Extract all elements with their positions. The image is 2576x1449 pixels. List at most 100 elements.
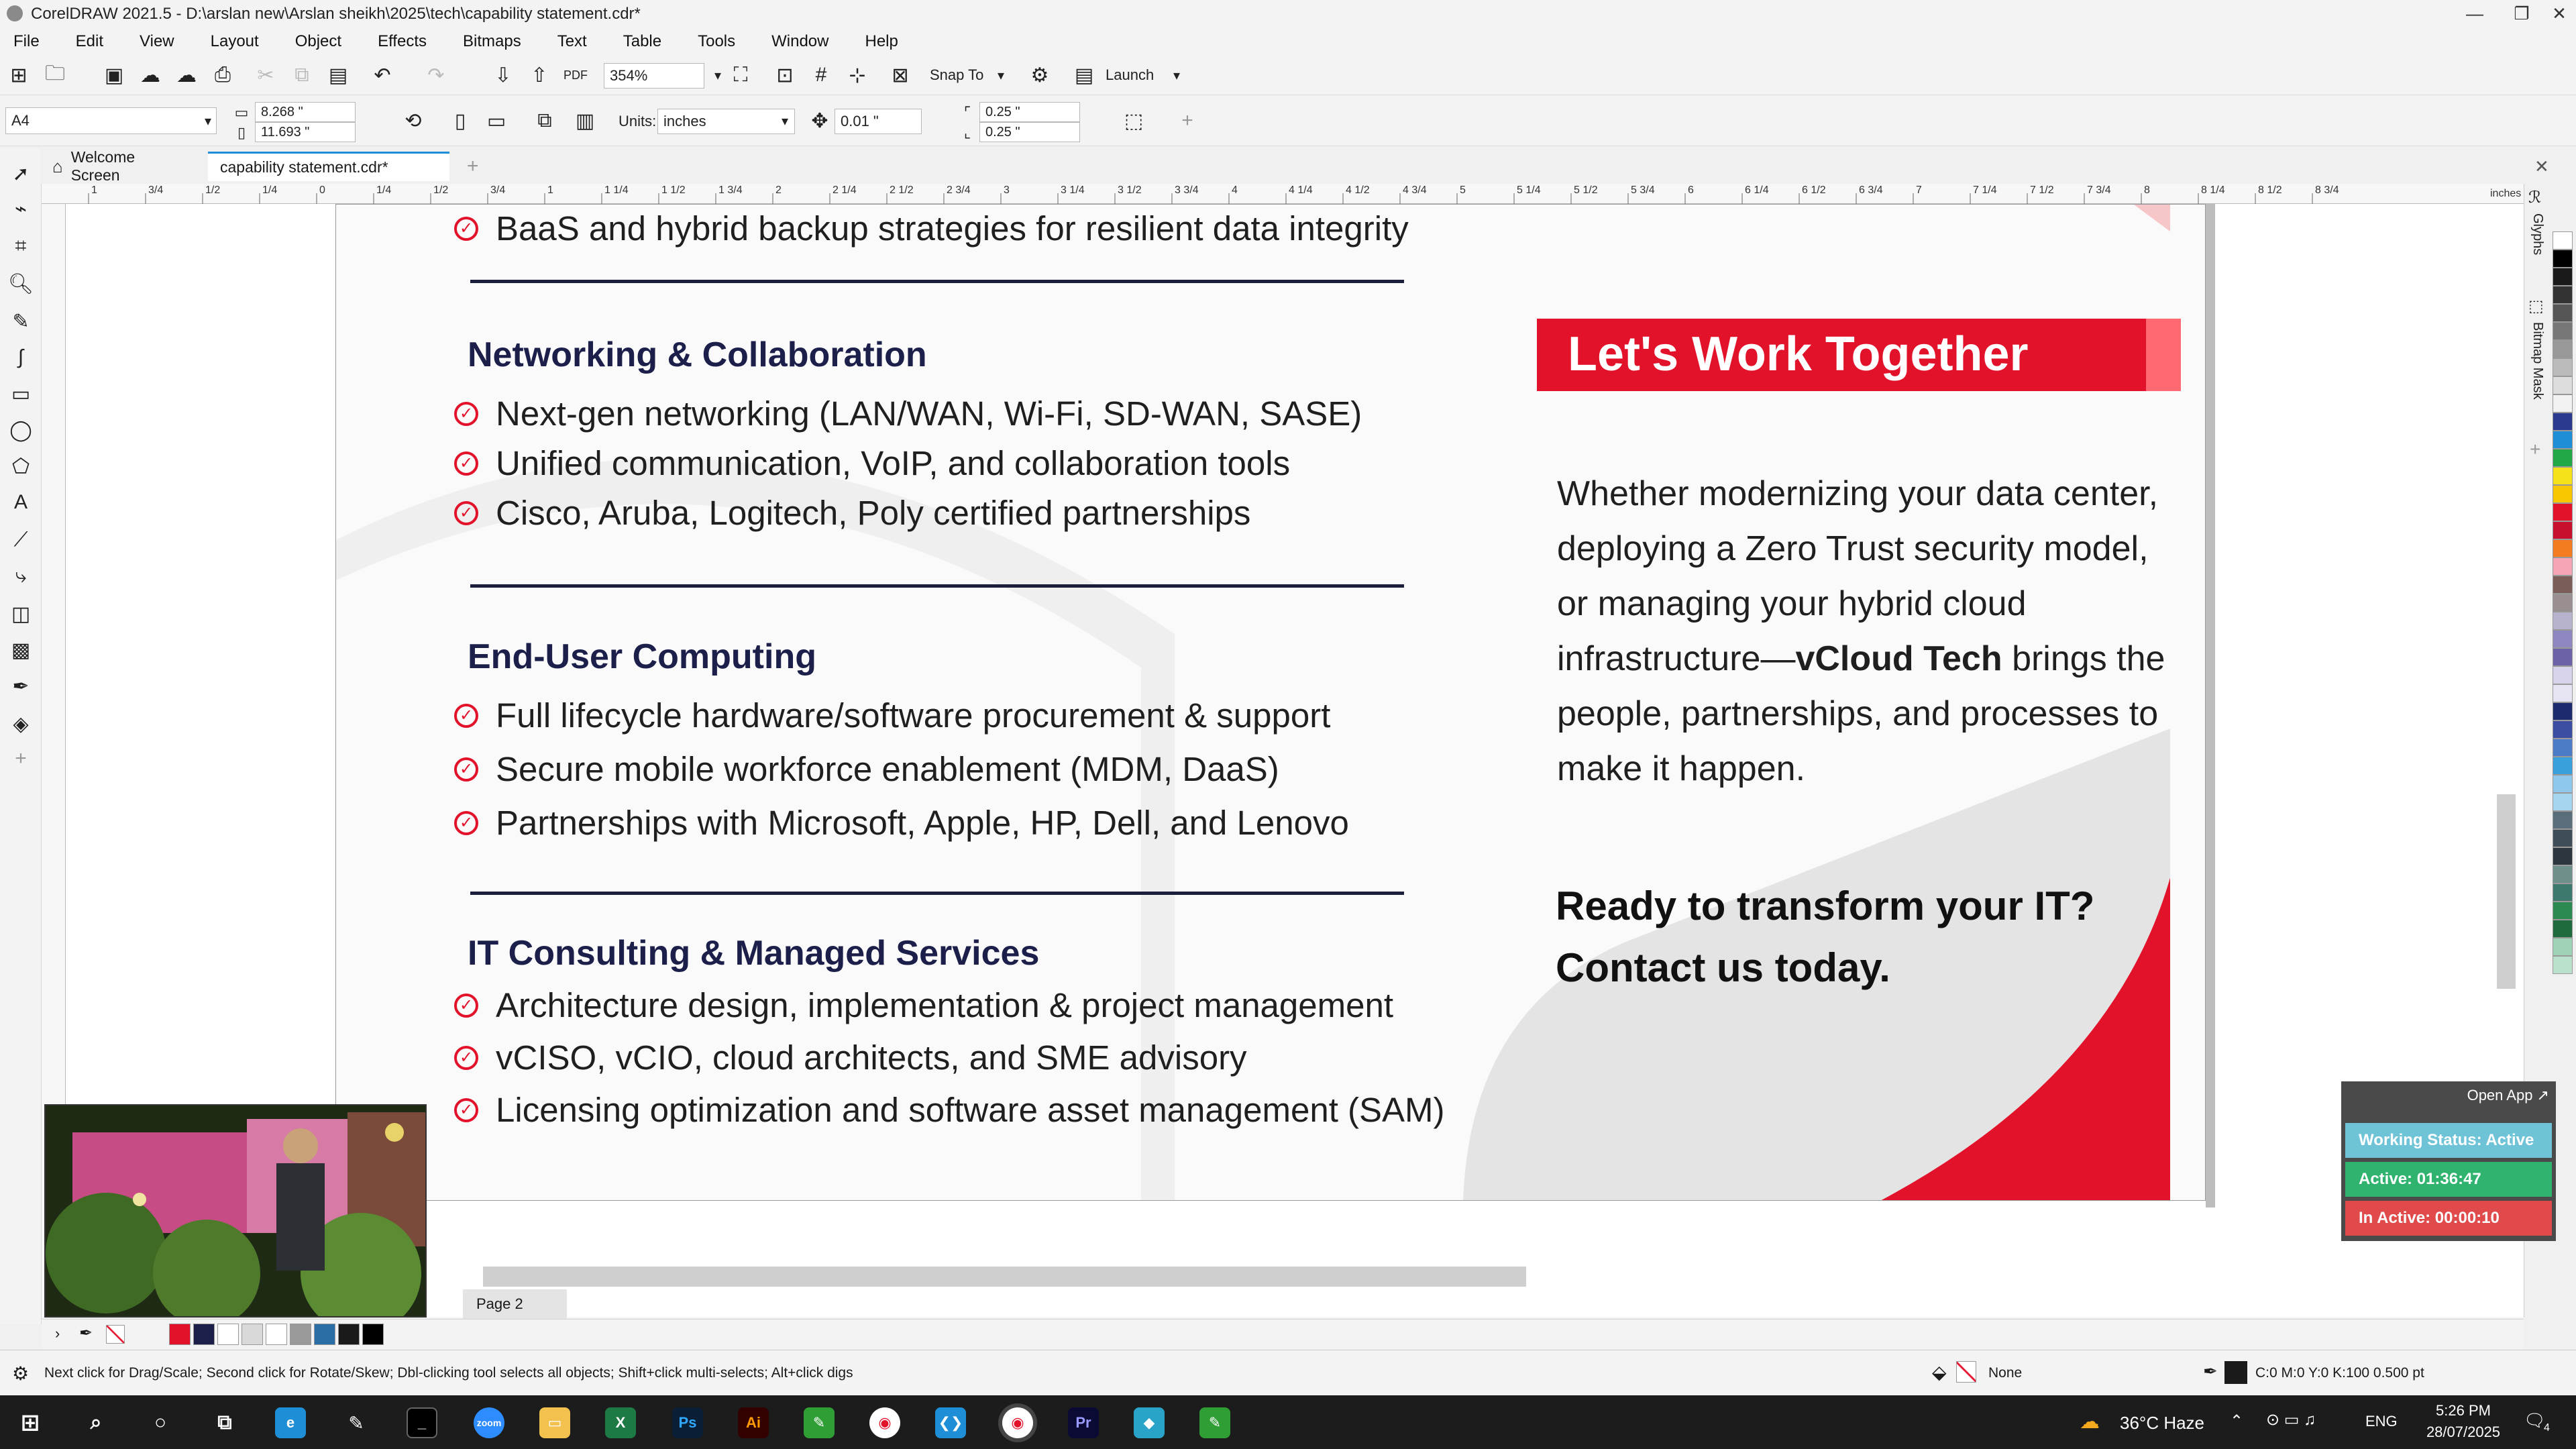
docker-tab-bitmap-mask[interactable]: Bitmap Mask (2530, 322, 2545, 400)
crop-tool-icon[interactable]: ⌗ (7, 232, 35, 260)
chrome-profile-icon[interactable]: ◉ (1002, 1407, 1033, 1438)
close-button[interactable]: ✕ (2536, 0, 2576, 28)
palette-swatch[interactable] (2553, 268, 2573, 286)
clock-time[interactable]: 5:26 PM (2423, 1402, 2504, 1419)
start-windows-icon[interactable]: ⊞ (15, 1407, 46, 1438)
palette-swatch[interactable] (2553, 630, 2573, 648)
palette-swatch[interactable] (2553, 594, 2573, 612)
launch-dropdown[interactable]: Launch (1106, 66, 1154, 84)
fill-swatch[interactable] (1956, 1361, 1976, 1383)
menu-view[interactable]: View (140, 32, 174, 51)
import-icon[interactable]: ⇩ (490, 62, 517, 89)
eyedropper-icon[interactable]: ✒ (7, 672, 35, 700)
palette-swatch[interactable] (2553, 467, 2573, 485)
cloud-share-icon[interactable]: ☁ (173, 62, 200, 89)
document-swatch[interactable] (169, 1324, 191, 1345)
redo-icon[interactable]: ↷ (423, 62, 449, 89)
print-icon[interactable]: ⎙ (209, 62, 236, 89)
docker-tab-glyphs[interactable]: Glyphs (2530, 213, 2545, 255)
show-grid-icon[interactable]: # (808, 62, 835, 89)
snap-dropdown-icon[interactable]: ▾ (987, 62, 1014, 89)
palette-swatch[interactable] (2553, 250, 2573, 268)
menu-table[interactable]: Table (623, 32, 661, 51)
palette-swatch[interactable] (2553, 286, 2573, 304)
freehand-tool-icon[interactable]: ✎ (7, 307, 35, 335)
ellipse-tool-icon[interactable]: ◯ (7, 416, 35, 444)
palette-swatch[interactable] (2553, 485, 2573, 503)
document-swatch[interactable] (338, 1324, 360, 1345)
palette-swatch[interactable] (2553, 720, 2573, 739)
snap-to-dropdown[interactable]: Snap To (930, 66, 983, 84)
closing-paragraph[interactable]: Whether modernizing your data center, de… (1557, 466, 2188, 796)
cortana-icon[interactable]: ○ (145, 1407, 176, 1438)
photoshop-icon[interactable]: Ps (672, 1407, 703, 1438)
vscode-icon[interactable]: ❮❯ (935, 1407, 966, 1438)
units-dropdown-icon[interactable]: ▾ (771, 107, 798, 134)
document-swatch[interactable] (266, 1324, 287, 1345)
app-diamond-icon[interactable]: ◆ (1134, 1407, 1165, 1438)
menu-edit[interactable]: Edit (76, 32, 103, 51)
palette-swatch[interactable] (2553, 775, 2573, 793)
launch-dropdown-icon[interactable]: ▾ (1163, 62, 1190, 89)
current-page-icon[interactable]: ⧉ (531, 107, 558, 134)
show-rulers-icon[interactable]: ⊡ (771, 62, 798, 89)
status-gear-icon[interactable]: ⚙ (12, 1362, 29, 1385)
minimize-button[interactable]: — (2451, 0, 2498, 28)
palette-swatch[interactable] (2553, 793, 2573, 811)
terminal-icon[interactable]: _ (407, 1407, 437, 1438)
tray-icons[interactable]: ⊙ ▭ ♫ (2266, 1410, 2316, 1430)
full-screen-icon[interactable]: ⛶ (727, 62, 754, 89)
options-gear-icon[interactable]: ⚙ (1026, 62, 1053, 89)
document-swatch[interactable] (241, 1324, 263, 1345)
section-heading-it-consulting[interactable]: IT Consulting & Managed Services (468, 933, 1039, 973)
list-item[interactable]: ✓ Full lifecycle hardware/software procu… (454, 696, 1330, 735)
palette-swatch[interactable] (2553, 865, 2573, 883)
palette-expand-icon[interactable]: › (55, 1325, 60, 1342)
document-swatch[interactable] (290, 1324, 311, 1345)
paste-icon[interactable]: ▤ (325, 62, 352, 89)
export-icon[interactable]: ⇧ (526, 62, 553, 89)
landscape-icon[interactable]: ▭ (483, 107, 510, 134)
cta-ribbon[interactable]: Let's Work Together (1537, 319, 2181, 391)
horizontal-scrollbar-thumb[interactable] (483, 1267, 1526, 1287)
document-page[interactable]: ✓ BaaS and hybrid backup strategies for … (335, 204, 2206, 1201)
drop-shadow-icon[interactable]: ◫ (7, 600, 35, 628)
zoom-tool-icon[interactable]: 🔍︎ (7, 270, 35, 298)
weather-text[interactable]: 36°C Haze (2120, 1413, 2204, 1434)
list-item[interactable]: ✓ BaaS and hybrid backup strategies for … (454, 209, 1409, 248)
drawing-canvas[interactable]: ✓ BaaS and hybrid backup strategies for … (66, 204, 2524, 1318)
list-item[interactable]: ✓ Cisco, Aruba, Logitech, Poly certified… (454, 493, 1250, 533)
zoom-app-icon[interactable]: zoom (474, 1407, 504, 1438)
cloud-upload-icon[interactable]: ☁ (137, 62, 164, 89)
palette-swatch[interactable] (2553, 811, 2573, 829)
fill-bucket-icon[interactable]: ⬙ (1932, 1361, 1947, 1383)
snap-off-icon[interactable]: ⊠ (887, 62, 914, 89)
open-folder-icon[interactable]: 🗀 (42, 62, 68, 89)
list-item[interactable]: ✓ Next-gen networking (LAN/WAN, Wi-Fi, S… (454, 394, 1362, 433)
excel-icon[interactable]: X (605, 1407, 636, 1438)
menu-file[interactable]: File (13, 32, 40, 51)
page-height-field[interactable]: 11.693 " (255, 122, 356, 142)
undo-icon[interactable]: ↶ (369, 62, 396, 89)
notifications-icon[interactable]: 🗨︎ (2524, 1410, 2546, 1431)
tab-welcome-screen[interactable]: ⌂ Welcome Screen (40, 148, 196, 184)
palette-swatch[interactable] (2553, 340, 2573, 358)
document-swatch[interactable] (362, 1324, 384, 1345)
palette-swatch[interactable] (2553, 757, 2573, 775)
menu-bitmaps[interactable]: Bitmaps (463, 32, 521, 51)
add-docker-icon[interactable]: + (2530, 439, 2540, 460)
connector-tool-icon[interactable]: ⤷ (7, 562, 35, 590)
weather-icon[interactable]: ☁ (2080, 1410, 2100, 1434)
pick-tool-icon[interactable]: ➚ (7, 160, 35, 188)
outline-pen-icon[interactable]: ✒ (2203, 1361, 2218, 1382)
page-width-field[interactable]: 8.268 " (255, 102, 356, 122)
palette-swatch[interactable] (2553, 702, 2573, 720)
section-heading-end-user[interactable]: End-User Computing (468, 637, 816, 677)
menu-layout[interactable]: Layout (211, 32, 259, 51)
palette-swatch[interactable] (2553, 322, 2573, 340)
glyphs-icon[interactable]: ℛ (2528, 188, 2541, 207)
cut-icon[interactable]: ✂ (252, 62, 279, 89)
menu-tools[interactable]: Tools (698, 32, 735, 51)
palette-swatch[interactable] (2553, 358, 2573, 376)
clock-date[interactable]: 28/07/2025 (2416, 1424, 2510, 1441)
